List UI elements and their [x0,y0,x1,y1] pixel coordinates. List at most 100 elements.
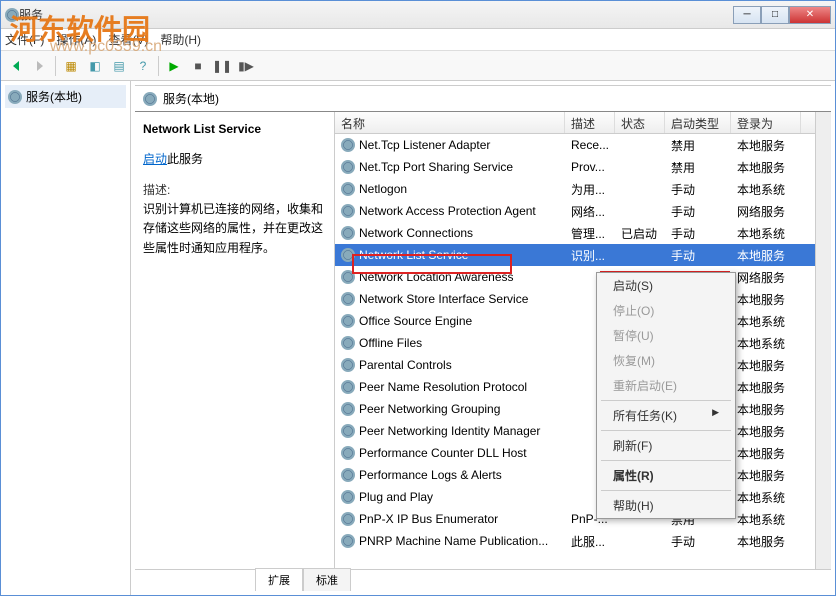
tb-icon-1[interactable]: ▦ [60,55,82,77]
detail-pane: Network List Service 启动此服务 描述: 识别计算机已连接的… [135,112,335,569]
svc-name: Network Location Awareness [359,270,514,284]
svc-name: Peer Networking Identity Manager [359,424,540,438]
ctx-props[interactable]: 属性(R) [597,463,735,488]
ctx-help[interactable]: 帮助(H) [597,493,735,518]
svc-logon: 本地服务 [731,421,801,442]
forward-button[interactable] [29,55,51,77]
table-row[interactable]: Network Store Interface Service本地服务 [335,288,815,310]
table-row[interactable]: Net.Tcp Port Sharing ServiceProv...禁用本地服… [335,156,815,178]
table-row[interactable]: Performance Counter DLL Host 本地服务 [335,442,815,464]
restart-button[interactable]: ▮▶ [235,55,257,77]
col-logon[interactable]: 登录为 [731,112,801,133]
svc-logon: 本地系统 [731,487,801,508]
gear-icon [341,424,355,438]
tab-extended[interactable]: 扩展 [255,568,303,591]
gear-icon [8,90,22,104]
table-row[interactable]: Network Connections管理...已启动手动本地系统 [335,222,815,244]
svc-name: Offline Files [359,336,422,350]
gear-icon [341,160,355,174]
svc-logon: 本地系统 [731,509,801,530]
ctx-pause: 暂停(U) [597,323,735,348]
play-button[interactable]: ▶ [163,55,185,77]
bottom-tabs: 扩展 标准 [135,569,831,591]
stop-button[interactable]: ■ [187,55,209,77]
svc-logon: 本地服务 [731,377,801,398]
svc-logon: 本地系统 [731,179,801,200]
maximize-button[interactable]: □ [761,6,789,24]
svc-name: Netlogon [359,182,407,196]
col-startup[interactable]: 启动类型 [665,112,731,133]
table-row[interactable]: Network Location Awareness网络服务 [335,266,815,288]
watermark-url: www.pc0359.cn [50,38,162,56]
table-row[interactable]: Net.Tcp Listener AdapterRece...禁用本地服务 [335,134,815,156]
ctx-alltasks[interactable]: 所有任务(K)▶ [597,403,735,428]
table-row[interactable]: Offline Files 本地系统 [335,332,815,354]
svc-logon: 本地服务 [731,531,801,552]
svc-name: Network Store Interface Service [359,292,528,306]
svc-logon: 本地服务 [731,245,801,266]
start-link[interactable]: 启动 [143,152,167,166]
svc-desc: 管理... [565,223,615,244]
close-button[interactable]: ✕ [789,6,831,24]
col-desc[interactable]: 描述 [565,112,615,133]
svc-name: PNRP Machine Name Publication... [359,534,548,548]
table-row[interactable]: Netlogon为用...手动本地系统 [335,178,815,200]
vertical-scrollbar[interactable] [815,112,831,569]
tree-panel: 服务(本地) [1,81,131,595]
svc-name: Plug and Play [359,490,433,504]
table-row[interactable]: Peer Name Resolution Protocol本地服务 [335,376,815,398]
ctx-stop: 停止(O) [597,298,735,323]
tb-icon-4[interactable]: ? [132,55,154,77]
svc-status [615,209,665,213]
menu-help[interactable]: 帮助(H) [160,31,201,48]
gear-icon [341,446,355,460]
svc-logon: 本地服务 [731,443,801,464]
desc-label: 描述: [143,181,326,200]
svc-name: Network Access Protection Agent [359,204,536,218]
gear-icon [341,270,355,284]
table-row[interactable]: Network List Service识别...手动本地服务 [335,244,815,266]
svc-name: Office Source Engine [359,314,472,328]
back-button[interactable] [5,55,27,77]
table-row[interactable]: Network Access Protection Agent网络...手动网络… [335,200,815,222]
svc-logon: 本地服务 [731,157,801,178]
tb-icon-2[interactable]: ◧ [84,55,106,77]
context-menu: 启动(S) 停止(O) 暂停(U) 恢复(M) 重新启动(E) 所有任务(K)▶… [596,272,736,519]
svc-status: 已启动 [615,223,665,244]
ctx-refresh[interactable]: 刷新(F) [597,433,735,458]
minimize-button[interactable]: ─ [733,6,761,24]
gear-icon [341,512,355,526]
gear-icon [341,380,355,394]
col-name[interactable]: 名称 [335,112,565,133]
svc-desc: Rece... [565,136,615,154]
gear-icon [341,226,355,240]
table-row[interactable]: Peer Networking Grouping本地服务 [335,398,815,420]
svc-status [615,539,665,543]
table-row[interactable]: Parental Controls本地服务 [335,354,815,376]
table-row[interactable]: PNRP Machine Name Publication... 此服... 手动本… [335,530,815,552]
list-header: 名称 描述 状态 启动类型 登录为 [335,112,815,134]
svc-logon: 本地服务 [731,399,801,420]
svc-startup: 手动 [665,531,731,552]
pause-button[interactable]: ❚❚ [211,55,233,77]
table-row[interactable]: Plug and Play 本地系统 [335,486,815,508]
table-row[interactable]: Performance Logs & Alerts本地服务 [335,464,815,486]
table-row[interactable]: Office Source Engine本地系统 [335,310,815,332]
svc-startup: 手动 [665,179,731,200]
right-header-label: 服务(本地) [163,90,219,107]
col-status[interactable]: 状态 [615,112,665,133]
svc-name: Network Connections [359,226,473,240]
ctx-start[interactable]: 启动(S) [597,273,735,298]
service-list: 名称 描述 状态 启动类型 登录为 Net.Tcp Listener Adapt… [335,112,815,569]
gear-icon [341,182,355,196]
table-row[interactable]: Peer Networking Identity Manager 本地服务 [335,420,815,442]
svc-logon: 本地系统 [731,333,801,354]
tb-icon-3[interactable]: ▤ [108,55,130,77]
gear-icon [341,358,355,372]
gear-icon [341,248,355,262]
svc-desc: 此服... [565,531,615,552]
tree-item-services-local[interactable]: 服务(本地) [5,85,126,108]
tab-standard[interactable]: 标准 [303,568,351,591]
table-row[interactable]: PnP-X IP Bus EnumeratorPnP-...禁用本地系统 [335,508,815,530]
svc-name: Performance Counter DLL Host [359,446,527,460]
